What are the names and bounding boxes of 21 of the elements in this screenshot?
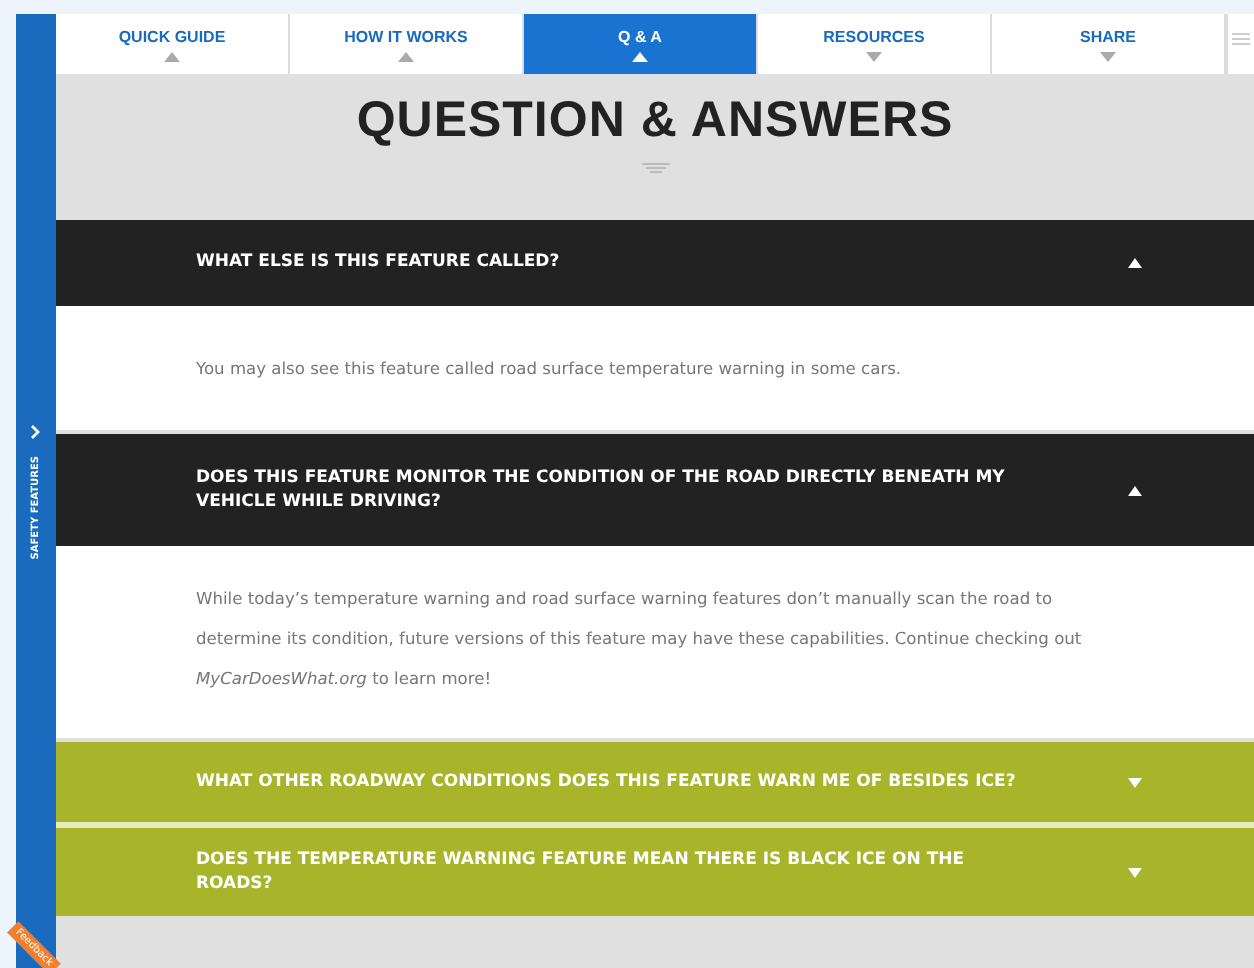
chevron-right-icon[interactable] <box>30 424 42 440</box>
answer-text: While today’s temperature warning and road surface warning features don’t manually scan the road to determine its condition, future versions of this feature may have these capabilities. Continue checking out MyCarDoesWhat.org to learn more! <box>196 586 1084 692</box>
triangle-up-icon <box>398 51 414 61</box>
divider-icon <box>641 162 669 174</box>
answer-text: You may also see this feature called road surface temperature warning in some cars. <box>196 356 902 382</box>
triangle-up-icon <box>164 51 180 61</box>
question-header[interactable]: WHAT ELSE IS THIS FEATURE CALLED? <box>56 220 1254 306</box>
collapse-icon <box>1128 258 1142 268</box>
collapse-icon <box>1128 485 1142 495</box>
nav-tab[interactable]: QUICK GUIDE <box>56 14 290 74</box>
expand-icon <box>1128 777 1142 787</box>
expand-icon <box>1128 867 1142 877</box>
nav-tab[interactable]: SHARE <box>992 14 1226 74</box>
nav-tab[interactable]: Q & A <box>524 14 758 74</box>
triangle-down-icon <box>1100 51 1116 61</box>
question-header[interactable]: DOES THIS FEATURE MONITOR THE CONDITION OF THE ROAD DIRECTLY BENEATH MY VEHICLE WHILE DRIVING? <box>56 434 1254 546</box>
triangle-down-icon <box>866 51 882 61</box>
triangle-up-icon <box>632 51 648 61</box>
page-title: QUESTION & ANSWERS <box>356 92 954 150</box>
nav-tab[interactable]: RESOURCES <box>758 14 992 74</box>
menu-icon <box>1232 32 1250 46</box>
